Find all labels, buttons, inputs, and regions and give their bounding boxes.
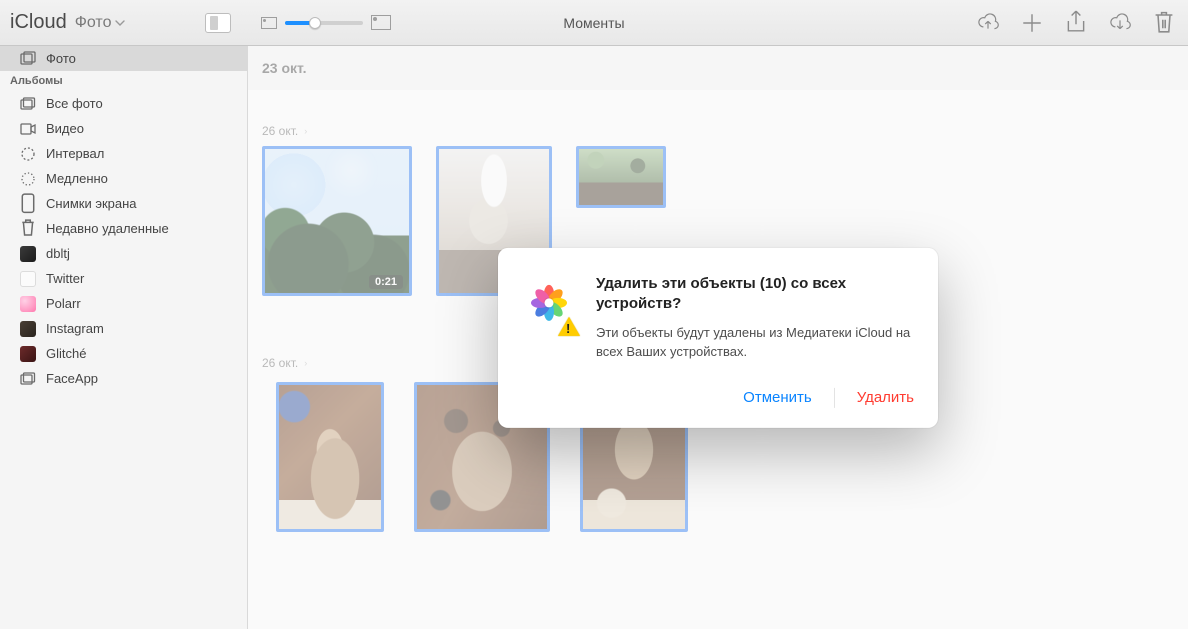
timelapse-icon [20,146,36,162]
chevron-down-icon [115,20,125,26]
photos-app-icon [520,273,578,331]
album-swatch-icon [20,246,36,262]
share-icon[interactable] [1064,12,1088,34]
sidebar-item-recently-deleted[interactable]: Недавно удаленные [0,216,247,241]
sidebar-item-label: Видео [46,121,84,136]
sidebar-item-label: Twitter [46,271,84,286]
sidebar-item-label: Instagram [46,321,104,336]
warning-badge-icon [558,316,580,335]
sidebar-item-label: Polarr [46,296,81,311]
sidebar-section-label: Альбомы [10,75,63,87]
sidebar: Фото Альбомы Все фото Видео Интервал Мед… [0,46,248,629]
sidebar-item-label: Glitché [46,346,86,361]
sidebar-item-slomo[interactable]: Медленно [0,166,247,191]
library-dropdown-label: Фото [75,14,112,32]
album-swatch-icon [20,321,36,337]
sidebar-item-photos[interactable]: Фото [0,46,247,71]
dialog-message: Эти объекты будут удалены из Медиатеки i… [596,324,914,362]
app-body: Фото Альбомы Все фото Видео Интервал Мед… [0,46,1188,629]
sidebar-item-album-instagram[interactable]: Instagram [0,316,247,341]
zoom-in-thumb-icon[interactable] [371,15,391,30]
sidebar-item-video[interactable]: Видео [0,116,247,141]
action-separator [834,388,835,408]
stack-icon [20,371,36,387]
slomo-icon [20,171,36,187]
sidebar-toggle-button[interactable] [205,13,231,33]
view-title: Моменты [563,15,624,31]
cloud-upload-icon[interactable] [976,12,1000,34]
app-title: iCloud [10,11,67,34]
content-area: 23 окт. 26 окт. › 0:21 26 окт. › [248,46,1188,629]
dialog-title: Удалить эти объекты (10) со всех устройс… [596,273,914,314]
sidebar-item-all-photos[interactable]: Все фото [0,91,247,116]
toolbar-right-tools [976,12,1176,34]
sidebar-item-label: Все фото [46,96,103,111]
sidebar-section-albums: Альбомы [0,71,247,91]
delete-button[interactable]: Удалить [857,389,914,406]
sidebar-item-screenshots[interactable]: Снимки экрана [0,191,247,216]
sidebar-item-label: Недавно удаленные [46,221,169,236]
app-title-group: iCloud Фото [10,11,125,34]
sidebar-item-timelapse[interactable]: Интервал [0,141,247,166]
sidebar-item-label: FaceApp [46,371,98,386]
sidebar-item-label: dbltj [46,246,70,261]
delete-confirm-dialog: Удалить эти объекты (10) со всех устройс… [498,247,938,427]
album-swatch-icon [20,271,36,287]
album-swatch-icon [20,346,36,362]
sidebar-item-label: Фото [46,51,76,66]
toolbar: iCloud Фото Моменты [0,0,1188,46]
add-icon[interactable] [1020,12,1044,34]
video-icon [20,121,36,137]
sidebar-item-album-glitche[interactable]: Glitché [0,341,247,366]
stack-icon [20,96,36,112]
cancel-button[interactable]: Отменить [743,389,812,406]
zoom-slider[interactable] [285,21,363,25]
cloud-download-icon[interactable] [1108,12,1132,34]
sidebar-item-album-twitter[interactable]: Twitter [0,266,247,291]
sidebar-item-album-polarr[interactable]: Polarr [0,291,247,316]
sidebar-item-label: Интервал [46,146,104,161]
photos-collection-icon [20,51,36,67]
zoom-out-thumb-icon[interactable] [261,17,277,29]
sidebar-item-label: Снимки экрана [46,196,137,211]
sidebar-item-album-faceapp[interactable]: FaceApp [0,366,247,391]
screenshot-icon [20,196,36,212]
sidebar-item-label: Медленно [46,171,108,186]
trash-icon[interactable] [1152,12,1176,34]
zoom-slider-group [261,15,391,30]
dialog-actions: Отменить Удалить [520,388,914,408]
sidebar-item-album-dbltj[interactable]: dbltj [0,241,247,266]
library-dropdown[interactable]: Фото [75,14,126,32]
album-swatch-icon [20,296,36,312]
trash-small-icon [20,221,36,237]
